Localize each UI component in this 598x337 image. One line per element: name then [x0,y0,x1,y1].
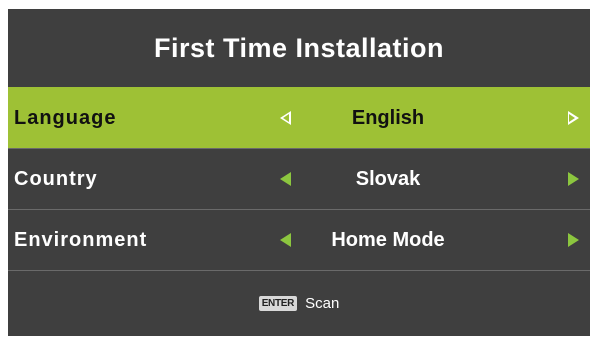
row-value-language: English [351,107,425,129]
right-arrow-icon[interactable] [568,233,579,247]
row-value-environment: Home Mode [331,229,445,251]
scan-hint-label: Scan [305,295,340,312]
footer-hint: ENTER Scan [8,270,590,336]
first-time-installation-menu: First Time Installation Language English… [8,9,590,336]
row-label-environment: Environment [14,229,148,251]
enter-key-icon: ENTER [258,296,298,311]
row-label-language: Language [14,107,117,129]
menu-row-country[interactable]: Country Slovak [8,148,590,209]
row-value-country: Slovak [355,168,421,190]
menu-title: First Time Installation [153,32,445,63]
row-label-country: Country [14,168,98,190]
menu-row-language[interactable]: Language English [8,87,590,148]
right-arrow-icon[interactable] [568,111,579,125]
menu-row-environment[interactable]: Environment Home Mode [8,209,590,270]
right-arrow-icon[interactable] [568,172,579,186]
